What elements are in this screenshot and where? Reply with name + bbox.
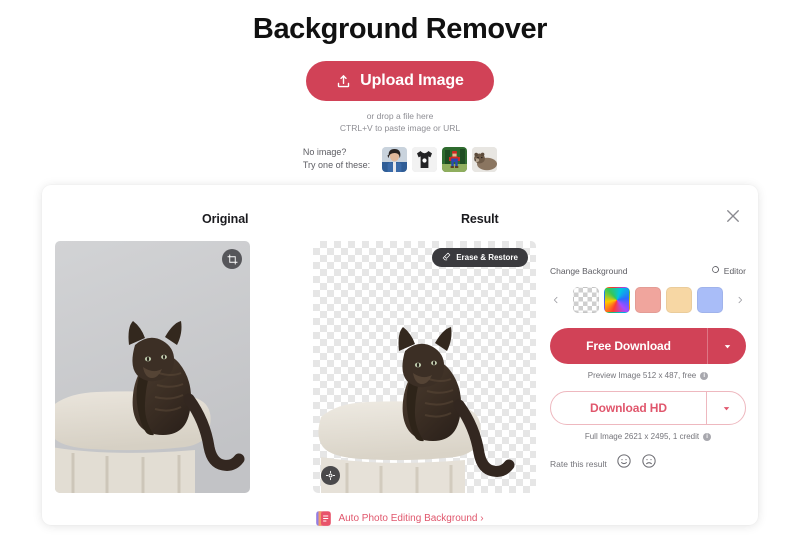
sample-person[interactable] [382,146,408,172]
result-card: Original Result Erase & Restore Change B… [42,185,758,525]
upload-section: Upload Image [0,61,800,101]
download-hd-chevron-down-icon[interactable] [707,392,745,424]
background-swatch-row [550,287,746,313]
sample-animal[interactable] [472,146,498,172]
result-panel-title: Result [461,212,499,226]
change-background-label: Change Background [550,265,628,276]
crop-icon[interactable] [222,249,242,269]
full-image-meta-text: Full Image 2621 x 2495, 1 credit [584,432,700,441]
upload-button-label: Upload Image [360,72,464,89]
eraser-icon [442,252,451,263]
sample-images-section: No image? Try one of these: [0,146,800,173]
swatch-pink[interactable] [635,287,661,313]
frowny-face-icon[interactable] [641,453,657,474]
sample-tshirt[interactable] [412,146,438,172]
swatch-transparent[interactable] [573,287,599,313]
upload-image-button[interactable]: Upload Image [306,61,494,101]
rate-result-row: Rate this result [550,453,746,474]
original-photo [55,241,250,493]
samples-label-line2: Try one of these: [302,160,371,171]
samples-thumbnails [382,146,498,172]
samples-label: No image? Try one of these: [303,146,370,173]
expand-icon[interactable] [321,466,340,485]
samples-label-line1: No image? [302,146,347,157]
auto-photo-editing-label: Auto Photo Editing Background › [338,513,484,524]
original-panel-title: Original [202,212,249,226]
erase-restore-button[interactable]: Erase & Restore [432,248,528,267]
auto-photo-editing-link[interactable]: Auto Photo Editing Background › [0,511,800,526]
swatch-blue[interactable] [697,287,723,313]
drop-hint-line1: or drop a file here [366,111,434,121]
photo-editing-icon [316,511,332,526]
close-icon[interactable] [724,207,742,225]
swatch-rainbow[interactable] [604,287,630,313]
free-download-label: Free Download [586,339,671,353]
editor-label: Editor [723,265,746,276]
original-image-pane[interactable] [55,241,250,493]
download-hd-label: Download HD [590,401,667,415]
full-image-info-icon[interactable]: i [703,432,712,441]
free-download-button[interactable]: Free Download [550,328,746,364]
page-title: Background Remover [252,13,548,45]
free-download-chevron-down-icon[interactable] [708,328,746,364]
upload-icon [336,74,351,89]
drop-hint: or drop a file here CTRL+V to paste imag… [0,110,800,135]
background-swatches [573,287,723,313]
preview-meta-line: Preview Image 512 x 487, free i [550,371,746,380]
swatch-tan[interactable] [666,287,692,313]
download-hd-button[interactable]: Download HD [550,391,746,425]
result-photo [318,327,515,493]
change-background-header: Change Background Editor [550,265,746,276]
chevron-left-icon[interactable] [550,290,562,310]
preview-info-icon[interactable]: i [700,371,709,380]
smiley-face-icon[interactable] [616,453,632,474]
erase-restore-label: Erase & Restore [456,253,518,262]
controls-column: Change Background Editor Free Download P… [550,265,746,474]
preview-meta-text: Preview Image 512 x 487, free [587,371,697,380]
rate-result-label: Rate this result [550,458,607,469]
sample-figurine[interactable] [442,146,468,172]
editor-link[interactable]: Editor [711,265,746,276]
magic-wand-icon [711,265,720,276]
drop-hint-line2: CTRL+V to paste image or URL [339,123,461,134]
result-image-pane[interactable]: Erase & Restore [313,241,536,493]
full-image-meta-line: Full Image 2621 x 2495, 1 credit i [550,432,746,441]
chevron-right-icon[interactable] [734,290,746,310]
